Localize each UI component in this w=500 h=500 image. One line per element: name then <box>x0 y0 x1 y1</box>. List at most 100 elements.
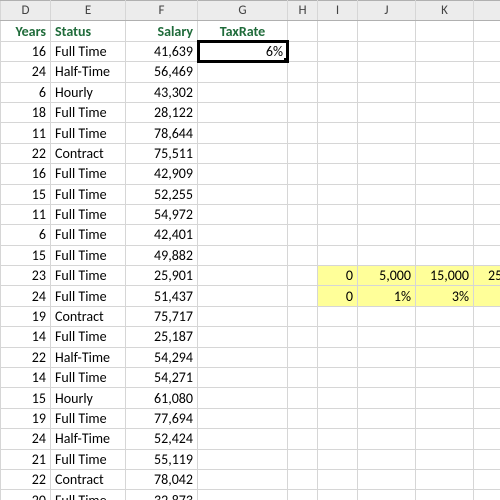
cell-empty[interactable] <box>416 306 474 326</box>
table-row[interactable]: 11Full Time78,644 <box>1 123 500 143</box>
cell-taxrate[interactable] <box>198 123 288 143</box>
cell-salary[interactable]: 52,255 <box>126 184 198 204</box>
cell-empty[interactable] <box>474 306 500 326</box>
cell-salary[interactable]: 43,302 <box>126 82 198 102</box>
cell-empty[interactable] <box>416 408 474 428</box>
table-row[interactable]: 24Full Time51,43701%3%5% <box>1 286 500 306</box>
cell-status[interactable]: Hourly <box>51 82 126 102</box>
table-row[interactable]: 14Full Time54,271 <box>1 368 500 388</box>
cell-empty[interactable] <box>416 204 474 224</box>
cell-years[interactable]: 15 <box>1 388 51 408</box>
lookup-percent[interactable]: 5% <box>474 286 500 306</box>
cell-status[interactable]: Half-Time <box>51 62 126 82</box>
header-data-row[interactable]: YearsStatusSalaryTaxRate <box>1 21 500 41</box>
cell-empty[interactable] <box>416 41 474 61</box>
cell-taxrate[interactable] <box>198 449 288 469</box>
col-header-H[interactable]: H <box>288 1 318 21</box>
cell-empty[interactable] <box>416 388 474 408</box>
table-row[interactable]: 15Hourly61,080 <box>1 388 500 408</box>
table-row[interactable]: 23Full Time25,90105,00015,00025,000 <box>1 266 500 286</box>
cell-empty[interactable] <box>358 327 416 347</box>
table-row[interactable]: 19Full Time77,694 <box>1 408 500 428</box>
cell-salary[interactable]: 77,694 <box>126 408 198 428</box>
cell-salary[interactable]: 49,882 <box>126 245 198 265</box>
cell-empty[interactable] <box>416 62 474 82</box>
cell-empty[interactable] <box>288 490 318 500</box>
cell-empty[interactable] <box>358 449 416 469</box>
lookup-threshold[interactable]: 5,000 <box>358 266 416 286</box>
table-row[interactable]: 21Full Time55,119 <box>1 449 500 469</box>
cell-taxrate[interactable]: 6%+ <box>198 41 288 61</box>
cell-years[interactable]: 11 <box>1 204 51 224</box>
cell-status[interactable]: Full Time <box>51 102 126 122</box>
cell-empty[interactable] <box>358 469 416 489</box>
cell-empty[interactable] <box>318 306 358 326</box>
cell-empty[interactable] <box>358 347 416 367</box>
cell-empty[interactable] <box>288 469 318 489</box>
table-row[interactable]: 6Hourly43,302 <box>1 82 500 102</box>
cell-empty[interactable] <box>318 388 358 408</box>
cell-empty[interactable] <box>288 266 318 286</box>
cell-empty[interactable] <box>416 225 474 245</box>
cell-empty[interactable] <box>358 102 416 122</box>
col-header-K[interactable]: K <box>416 1 474 21</box>
lookup-threshold[interactable]: 25,000 <box>474 266 500 286</box>
cell-empty[interactable] <box>318 41 358 61</box>
cell-salary[interactable]: 78,042 <box>126 469 198 489</box>
cell-empty[interactable] <box>318 469 358 489</box>
cell-salary[interactable]: 41,639 <box>126 41 198 61</box>
cell-empty[interactable] <box>288 408 318 428</box>
cell-status[interactable]: Full Time <box>51 368 126 388</box>
cell-empty[interactable] <box>474 41 500 61</box>
cell-years[interactable]: 20 <box>1 490 51 500</box>
cell-status[interactable]: Full Time <box>51 41 126 61</box>
cell-years[interactable]: 22 <box>1 469 51 489</box>
cell-salary[interactable]: 42,401 <box>126 225 198 245</box>
cell-empty[interactable] <box>358 123 416 143</box>
cell-empty[interactable] <box>474 21 500 41</box>
cell-years[interactable]: 14 <box>1 368 51 388</box>
cell-empty[interactable] <box>474 469 500 489</box>
cell-years[interactable]: 11 <box>1 123 51 143</box>
cell-salary[interactable]: 75,511 <box>126 143 198 163</box>
cell-empty[interactable] <box>474 429 500 449</box>
cell-empty[interactable] <box>358 41 416 61</box>
cell-empty[interactable] <box>288 388 318 408</box>
lookup-percent[interactable]: 3% <box>416 286 474 306</box>
table-row[interactable]: 24Half-Time52,424 <box>1 429 500 449</box>
table-row[interactable]: 24Half-Time56,469 <box>1 62 500 82</box>
cell-taxrate[interactable] <box>198 347 288 367</box>
table-row[interactable]: 16Full Time41,6396%+ <box>1 41 500 61</box>
cell-empty[interactable] <box>474 123 500 143</box>
cell-status[interactable]: Full Time <box>51 164 126 184</box>
cell-taxrate[interactable] <box>198 306 288 326</box>
cell-empty[interactable] <box>416 143 474 163</box>
cell-empty[interactable] <box>288 347 318 367</box>
cell-salary[interactable]: 55,119 <box>126 449 198 469</box>
cell-empty[interactable] <box>416 245 474 265</box>
cell-taxrate[interactable] <box>198 62 288 82</box>
cell-salary[interactable]: 25,901 <box>126 266 198 286</box>
cell-empty[interactable] <box>416 82 474 102</box>
cell-years[interactable]: 24 <box>1 429 51 449</box>
cell-salary[interactable]: 75,717 <box>126 306 198 326</box>
cell-empty[interactable] <box>474 245 500 265</box>
cell-taxrate[interactable] <box>198 388 288 408</box>
cell-taxrate[interactable] <box>198 469 288 489</box>
cell-taxrate[interactable] <box>198 368 288 388</box>
cell-taxrate[interactable] <box>198 327 288 347</box>
cell-empty[interactable] <box>474 368 500 388</box>
table-row[interactable]: 19Contract75,717 <box>1 306 500 326</box>
cell-empty[interactable] <box>288 449 318 469</box>
cell-empty[interactable] <box>318 225 358 245</box>
header-taxrate[interactable]: TaxRate <box>198 21 288 41</box>
cell-salary[interactable]: 42,909 <box>126 164 198 184</box>
cell-taxrate[interactable] <box>198 429 288 449</box>
table-row[interactable]: 16Full Time42,909 <box>1 164 500 184</box>
table-row[interactable]: 22Half-Time54,294 <box>1 347 500 367</box>
cell-years[interactable]: 6 <box>1 225 51 245</box>
grid-table[interactable]: D E F G H I J K L YearsStatusSalaryTaxRa… <box>0 0 500 500</box>
cell-status[interactable]: Contract <box>51 469 126 489</box>
col-header-E[interactable]: E <box>51 1 126 21</box>
cell-status[interactable]: Full Time <box>51 408 126 428</box>
